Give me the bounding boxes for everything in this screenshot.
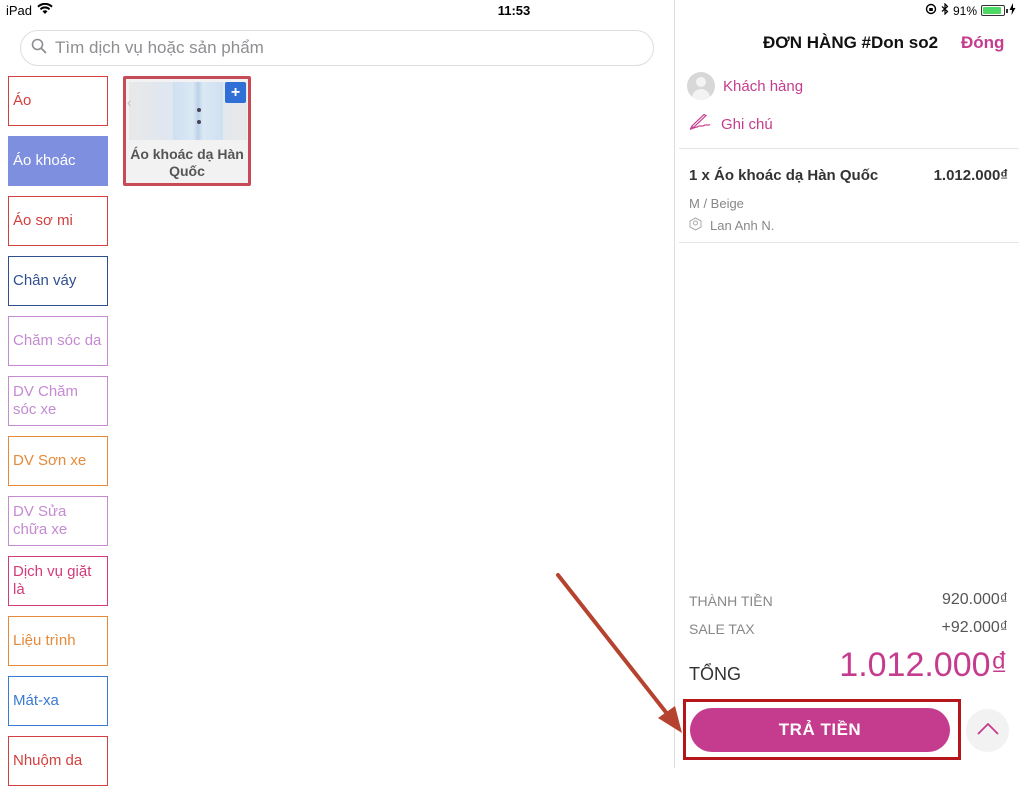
tax-value: +92.000₫ [941,619,1009,636]
staff-name: Lan Anh N. [710,218,775,233]
subtotal-value: 920.000₫ [941,591,1008,608]
category-item[interactable]: DV Sửa chữa xe [8,496,108,546]
order-item-variant: M / Beige [689,196,744,211]
order-title: ĐƠN HÀNG #Don so2 [763,33,939,52]
search-bar[interactable] [20,30,654,66]
product-card[interactable]: ‹ + Áo khoác dạ Hàn Quốc [123,76,251,186]
product-browser: Áo Áo khoác Áo sơ mi Chân váy Chăm sóc da DV … [0,0,674,786]
category-item[interactable]: DV Chăm sóc xe [8,376,108,426]
chevron-up-icon [976,722,999,740]
coat-image [173,82,223,140]
category-item[interactable]: Áo sơ mi [8,196,108,246]
total-label: TỔNG [689,664,741,684]
customer-label[interactable]: Khách hàng [723,78,803,95]
staff-icon [689,217,702,234]
search-icon [31,38,47,59]
chevron-left-icon[interactable]: ‹ [127,95,131,110]
category-item[interactable]: Liệu trình [8,616,108,666]
category-item[interactable]: Áo [8,76,108,126]
tax-label: SALE TAX [689,621,755,637]
category-item[interactable]: Dịch vụ giặt là [8,556,108,606]
divider [679,148,1019,149]
category-item[interactable]: Chân váy [8,256,108,306]
category-item[interactable]: Áo khoác [8,136,108,186]
divider [679,242,1019,243]
category-list: Áo Áo khoác Áo sơ mi Chân váy Chăm sóc da DV … [8,76,108,796]
subtotal-label: THÀNH TIỀN [689,593,773,609]
customer-avatar-icon [687,72,715,100]
customer-row[interactable]: Khách hàng [687,72,803,100]
category-item[interactable]: Mát-xa [8,676,108,726]
note-label[interactable]: Ghi chú [721,116,773,133]
close-button[interactable]: Đóng [961,33,1004,53]
order-item-staff: Lan Anh N. [689,217,774,234]
order-item-price: 1.012.000₫ [933,167,1008,184]
category-item[interactable]: Chăm sóc da [8,316,108,366]
pay-button[interactable]: TRẢ TIỀN [690,708,950,752]
add-to-order-button[interactable]: + [225,82,246,103]
total-value: 1.012.000₫ [839,646,1008,684]
category-item[interactable]: Nhuộm da [8,736,108,786]
note-row[interactable]: Ghi chú [689,113,773,135]
order-panel: ĐƠN HÀNG #Don so2 Đóng Khách hàng Ghi ch… [675,0,1024,768]
expand-button[interactable] [966,709,1009,752]
product-name: Áo khoác dạ Hàn Quốc [130,146,244,179]
search-input[interactable] [55,38,635,58]
category-item[interactable]: DV Sơn xe [8,436,108,486]
pencil-icon [689,113,711,135]
